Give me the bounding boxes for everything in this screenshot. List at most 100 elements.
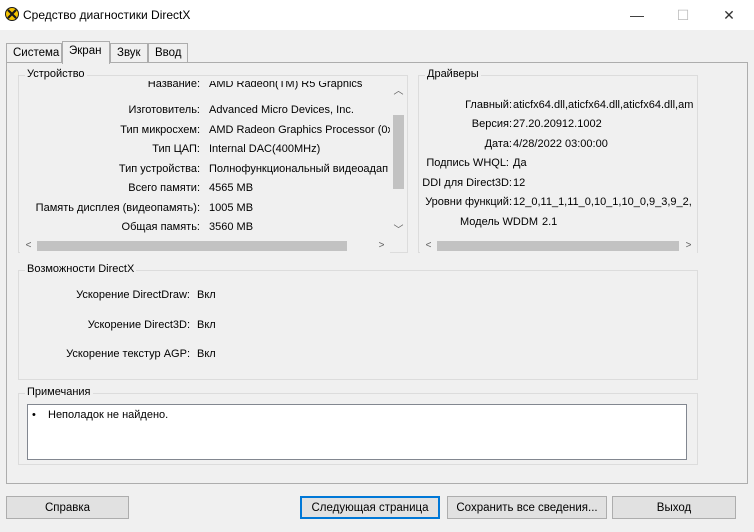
tab-label: Экран	[69, 45, 102, 57]
tab-sound[interactable]: Звук	[110, 43, 148, 62]
notes-title: Примечания	[25, 386, 93, 398]
save-all-button-label: Сохранить все сведения...	[456, 501, 598, 514]
close-button[interactable]: ✕	[706, 0, 752, 30]
device-value: AMD Radeon Graphics Processor (0x9	[209, 124, 390, 136]
save-all-button[interactable]: Сохранить все сведения...	[447, 496, 607, 519]
device-info-scroll[interactable]: Название: AMD Radeon(TM) R5 Graphics Изг…	[20, 81, 390, 237]
driver-value: 12	[513, 177, 526, 189]
feature-value: Вкл	[197, 289, 216, 301]
device-row-display-memory: Память дисплея (видеопамять): 1005 MB	[20, 202, 390, 218]
driver-row-date: Дата: 4/28/2022 03:00:00	[420, 138, 697, 154]
device-key: Название:	[147, 81, 200, 90]
driver-key: Главный:	[465, 99, 512, 111]
help-button-label: Справка	[44, 501, 91, 514]
bullet-icon: •	[32, 409, 36, 421]
driver-value: 27.20.20912.1002	[513, 118, 602, 130]
device-group-title: Устройство	[25, 68, 87, 80]
drivers-horizontal-thumb[interactable]	[437, 241, 679, 251]
device-row-dac-type: Тип ЦАП: Internal DAC(400MHz)	[20, 143, 390, 159]
drivers-group: Драйверы Главный: aticfx64.dll,aticfx64.…	[418, 68, 698, 254]
tab-display[interactable]: Экран	[62, 41, 110, 64]
device-vertical-scrollbar[interactable]: ︿ ﹀	[390, 81, 407, 237]
notes-item: • Неполадок не найдено.	[32, 409, 168, 421]
tab-label: Система	[13, 47, 60, 59]
driver-value: aticfx64.dll,aticfx64.dll,aticfx64.dll,a…	[513, 99, 694, 111]
device-key: Память дисплея (видеопамять):	[35, 202, 200, 214]
driver-row-ddi: DDI для Direct3D: 12	[420, 177, 697, 193]
device-horizontal-scrollbar[interactable]: < >	[20, 237, 390, 254]
feature-value: Вкл	[197, 319, 216, 331]
driver-row-whql: Подпись WHQL: Да	[420, 157, 697, 173]
device-key: Тип устройства:	[118, 163, 200, 175]
drivers-horizontal-scrollbar[interactable]: < >	[420, 237, 697, 254]
scroll-down-icon[interactable]: ﹀	[390, 220, 407, 237]
device-key: Общая память:	[121, 221, 200, 233]
next-page-button[interactable]: Следующая страница	[300, 496, 440, 519]
scroll-right-icon[interactable]: >	[680, 237, 697, 254]
directx-features-title: Возможности DirectX	[25, 263, 137, 275]
device-value: Advanced Micro Devices, Inc.	[209, 104, 354, 116]
device-row-device-type: Тип устройства: Полнофункциональный виде…	[20, 163, 390, 179]
device-horizontal-thumb[interactable]	[37, 241, 347, 251]
driver-key: Уровни функций:	[425, 196, 512, 208]
scroll-up-icon[interactable]: ︿	[390, 81, 407, 98]
driver-key: Дата:	[484, 138, 512, 150]
device-value: Полнофункциональный видеоадап	[209, 163, 389, 175]
minimize-button[interactable]: —	[614, 0, 660, 30]
device-row-manufacturer: Изготовитель: Advanced Micro Devices, In…	[20, 104, 390, 120]
device-vertical-thumb[interactable]	[393, 115, 404, 189]
device-row-chip-type: Тип микросхем: AMD Radeon Graphics Proce…	[20, 124, 390, 140]
device-key: Изготовитель:	[128, 104, 201, 116]
driver-key: Версия:	[471, 118, 512, 130]
feature-row-agp: Ускорение текстур AGP: Вкл	[19, 348, 699, 364]
close-icon: ✕	[723, 6, 735, 23]
notes-group: Примечания • Неполадок не найдено.	[18, 386, 698, 465]
tab-system[interactable]: Система	[6, 43, 62, 62]
directx-features-group: Возможности DirectX Ускорение DirectDraw…	[18, 263, 699, 380]
device-row-total-memory: Всего памяти: 4565 MB	[20, 182, 390, 198]
driver-key: Подпись WHQL:	[426, 157, 509, 169]
device-value: AMD Radeon(TM) R5 Graphics	[209, 81, 363, 90]
device-value: 4565 MB	[209, 182, 254, 194]
device-key: Тип микросхем:	[120, 124, 200, 136]
maximize-button[interactable]: ☐	[660, 0, 706, 30]
driver-row-version: Версия: 27.20.20912.1002	[420, 118, 697, 134]
drivers-group-title: Драйверы	[425, 68, 481, 80]
minimize-icon: —	[630, 7, 644, 23]
tab-input[interactable]: Ввод	[148, 43, 188, 62]
scroll-left-icon[interactable]: <	[420, 237, 437, 254]
notes-box[interactable]: • Неполадок не найдено.	[27, 404, 687, 460]
driver-row-wddm: Модель WDDM 2.1	[420, 216, 697, 232]
driver-key: Модель WDDM	[460, 216, 538, 228]
driver-key: DDI для Direct3D:	[422, 177, 512, 189]
feature-key: Ускорение Direct3D:	[87, 319, 190, 331]
exit-button-label: Выход	[656, 501, 692, 514]
notes-item-text: Неполадок не найдено.	[48, 409, 169, 421]
tab-panel-display: Устройство Название: AMD Radeon(TM) R5 G…	[6, 62, 748, 484]
tab-label: Ввод	[155, 47, 182, 59]
feature-key: Ускорение текстур AGP:	[66, 348, 190, 360]
device-group: Устройство Название: AMD Radeon(TM) R5 G…	[18, 68, 408, 254]
feature-row-direct3d: Ускорение Direct3D: Вкл	[19, 319, 699, 335]
driver-row-feature-levels: Уровни функций: 12_0,11_1,11_0,10_1,10_0…	[420, 196, 697, 212]
driver-value: Да	[513, 157, 527, 169]
title-bar[interactable]: Средство диагностики DirectX — ☐ ✕	[0, 0, 754, 30]
device-value: 1005 MB	[209, 202, 254, 214]
feature-row-directdraw: Ускорение DirectDraw: Вкл	[19, 289, 699, 305]
driver-value: 2.1	[542, 216, 558, 228]
drivers-info-scroll[interactable]: Главный: aticfx64.dll,aticfx64.dll,aticf…	[420, 98, 697, 237]
help-button[interactable]: Справка	[6, 496, 129, 519]
directx-icon	[5, 7, 19, 21]
next-page-button-label: Следующая страница	[311, 501, 429, 514]
device-key: Тип ЦАП:	[152, 143, 200, 155]
device-row-shared-memory: Общая память: 3560 MB	[20, 221, 390, 237]
exit-button[interactable]: Выход	[612, 496, 736, 519]
window-title: Средство диагностики DirectX	[23, 8, 191, 22]
driver-value: 4/28/2022 03:00:00	[513, 138, 608, 150]
tab-label: Звук	[117, 47, 141, 59]
scroll-left-icon[interactable]: <	[20, 237, 37, 254]
driver-row-main: Главный: aticfx64.dll,aticfx64.dll,aticf…	[420, 99, 697, 115]
device-value: Internal DAC(400MHz)	[209, 143, 321, 155]
scroll-right-icon[interactable]: >	[373, 237, 390, 254]
device-key: Всего памяти:	[128, 182, 200, 194]
